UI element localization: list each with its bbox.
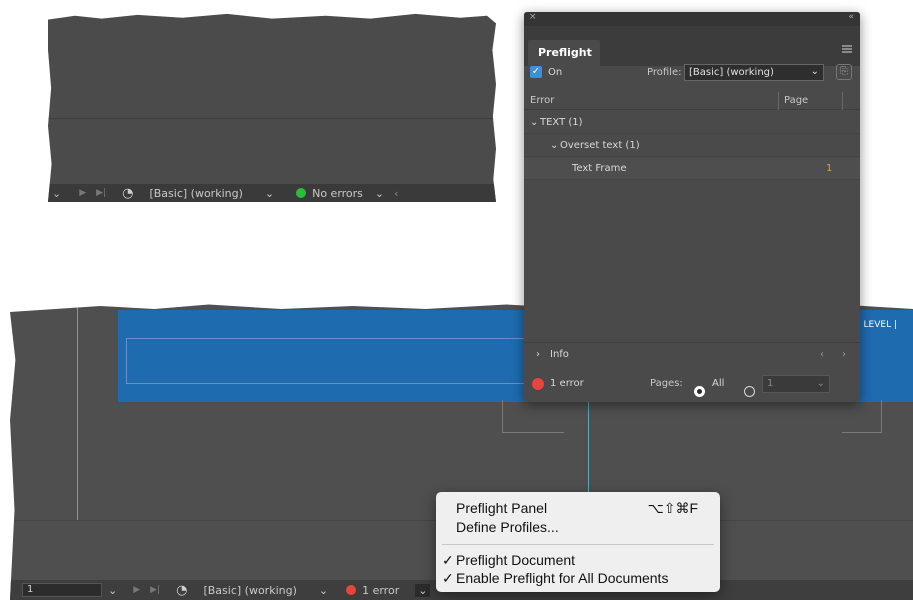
info-section[interactable]: › Info ‹ › — [524, 342, 860, 366]
status-dot-icon — [346, 585, 357, 595]
menu-item-enable-preflight-all[interactable]: ✓ Enable Preflight for All Documents — [436, 569, 720, 587]
radio-selected-icon — [694, 385, 705, 397]
pages-label: Pages: — [650, 378, 683, 389]
info-label: Info — [550, 349, 569, 360]
profile-select-value: [Basic] (working) — [689, 67, 774, 78]
last-page-icon[interactable]: ▶| — [96, 188, 106, 198]
menu-item-shortcut: ⌥⇧⌘F — [647, 500, 698, 516]
status-text: 1 error — [362, 583, 400, 597]
menu-item-label: Define Profiles... — [456, 519, 559, 535]
column-guide — [77, 304, 78, 520]
frame-edge — [502, 400, 503, 433]
page-number-input[interactable]: 1 — [22, 583, 102, 597]
chevron-down-icon[interactable]: ⌄ — [530, 112, 538, 134]
preflight-profile-icon[interactable]: ◔ — [176, 583, 187, 598]
page-dropdown-chevron-icon[interactable]: ⌄ — [52, 187, 61, 200]
collapse-icon[interactable]: « — [848, 12, 854, 22]
profile-label: [Basic] (working) — [149, 186, 243, 200]
canvas-text-level: LEVEL | — [863, 320, 897, 330]
tree-row-text[interactable]: ⌄ TEXT (1) — [524, 112, 860, 134]
preflight-panel: × « Preflight ✓ On Profile: [Basic] (wor… — [524, 12, 860, 402]
profile-chevron-icon[interactable]: ⌄ — [265, 187, 274, 200]
radio-unselected-icon — [744, 385, 755, 397]
column-header-page: Page — [784, 95, 809, 106]
profile-label: [Basic] (working) — [203, 583, 297, 597]
next-page-icon[interactable]: ▶ — [133, 585, 140, 595]
menu-item-preflight-panel[interactable]: Preflight Panel ⌥⇧⌘F — [436, 499, 720, 517]
frame-edge — [842, 432, 882, 433]
status-bar-top: ⌄ ▶ ▶| ◔ [Basic] (working) ⌄ No errors ⌄… — [48, 184, 496, 202]
page-link[interactable]: 1 — [826, 158, 832, 180]
status-menu-chevron-icon[interactable]: ⌄ — [415, 583, 431, 597]
radio-range[interactable] — [744, 378, 755, 402]
menu-separator — [442, 544, 714, 545]
next-icon[interactable]: › — [842, 343, 846, 367]
tree-row-label: Text Frame — [572, 163, 627, 174]
radio-all-label: All — [712, 378, 725, 389]
tree-row-overset[interactable]: ⌄ Overset text (1) — [524, 135, 860, 157]
page-dropdown-chevron-icon[interactable]: ⌄ — [108, 584, 117, 597]
chevron-down-icon[interactable]: ⌄ — [550, 135, 558, 157]
panel-footer: 1 error Pages: All 1 ⌄ — [524, 370, 860, 398]
chevron-right-icon[interactable]: › — [536, 343, 540, 367]
menu-item-define-profiles[interactable]: Define Profiles... — [436, 518, 720, 536]
preflight-popup-menu: Preflight Panel ⌥⇧⌘F Define Profiles... … — [436, 492, 720, 592]
collapse-arrow-icon[interactable]: ‹ — [394, 187, 398, 200]
tab-preflight[interactable]: Preflight — [528, 40, 600, 66]
chevron-down-icon[interactable]: ⌄ — [817, 376, 825, 392]
status-indicator: No errors — [296, 187, 363, 200]
tree-row-label: TEXT (1) — [540, 117, 583, 128]
on-checkbox[interactable]: ✓ — [530, 66, 542, 78]
page-range-value: 1 — [767, 378, 774, 389]
results-header: Error Page — [524, 92, 860, 110]
column-divider — [842, 92, 843, 110]
status-text: No errors — [312, 186, 363, 200]
menu-item-label: Preflight Panel — [456, 500, 548, 516]
error-count: 1 error — [550, 378, 584, 389]
chevron-down-icon: ⌄ — [810, 66, 819, 77]
status-dot-icon — [296, 188, 307, 198]
profile-select[interactable]: [Basic] (working) ⌄ — [684, 64, 824, 81]
page-number-field[interactable]: 1 — [22, 583, 102, 597]
panel-menu-icon[interactable] — [842, 45, 852, 53]
tree-row-text-frame[interactable]: Text Frame 1 — [524, 158, 860, 180]
embed-profile-icon[interactable]: ⎘ — [836, 64, 852, 80]
next-page-icon[interactable]: ▶ — [79, 188, 86, 198]
text-frame-outline[interactable] — [126, 338, 566, 384]
column-header-error: Error — [530, 95, 555, 106]
profile-chevron-icon[interactable]: ⌄ — [319, 584, 328, 597]
on-label: On — [548, 67, 563, 78]
close-icon[interactable]: × — [529, 12, 537, 22]
previous-icon[interactable]: ‹ — [820, 343, 824, 367]
tree-row-label: Overset text (1) — [560, 140, 640, 151]
last-page-icon[interactable]: ▶| — [150, 585, 160, 595]
checkmark-icon: ✓ — [442, 552, 454, 568]
profile-label: Profile: — [647, 67, 682, 78]
menu-item-label: Enable Preflight for All Documents — [456, 570, 669, 586]
status-menu-chevron-icon[interactable]: ⌄ — [375, 187, 384, 200]
divider — [48, 118, 496, 119]
preflight-profile-icon[interactable]: ◔ — [122, 186, 133, 201]
menu-item-preflight-document[interactable]: ✓ Preflight Document — [436, 551, 720, 569]
radio-all[interactable] — [694, 378, 705, 402]
document-window-top: ⌄ ▶ ▶| ◔ [Basic] (working) ⌄ No errors ⌄… — [48, 13, 496, 202]
page-range-input[interactable]: 1 ⌄ — [762, 375, 830, 393]
frame-edge — [881, 400, 882, 433]
frame-edge — [502, 432, 564, 433]
status-indicator: 1 error — [346, 584, 399, 597]
menu-item-label: Preflight Document — [456, 552, 576, 568]
column-divider — [778, 92, 779, 110]
error-dot-icon — [532, 378, 544, 390]
checkmark-icon: ✓ — [442, 570, 454, 586]
panel-tab-strip: Preflight — [524, 26, 860, 66]
panel-titlebar: × « — [524, 12, 860, 26]
